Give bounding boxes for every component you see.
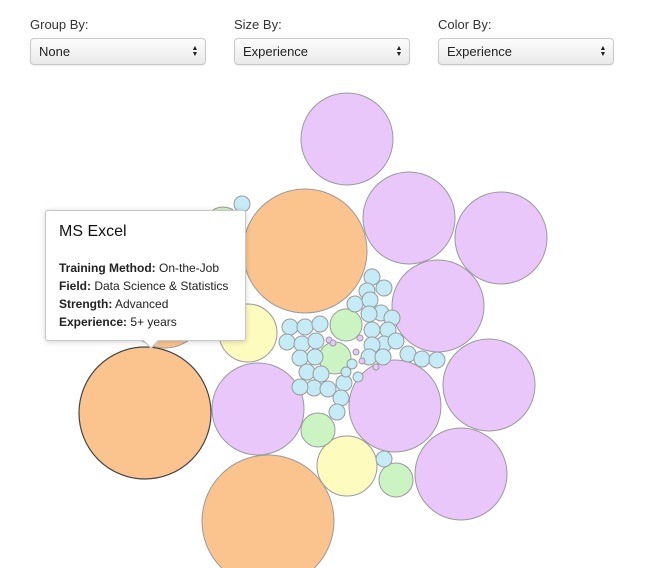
- tooltip-key: Training Method:: [59, 261, 156, 275]
- bubble-purple[interactable]: [391, 259, 485, 353]
- bubble-blue[interactable]: [340, 366, 352, 378]
- bubble-purple[interactable]: [414, 427, 508, 521]
- bubble-blue[interactable]: [293, 335, 311, 353]
- tooltip-title: MS Excel: [59, 223, 127, 240]
- bubble-blue[interactable]: [298, 363, 316, 381]
- bubble-blue[interactable]: [291, 349, 309, 367]
- tooltip-row-field: Field: Data Science & Statistics: [59, 277, 232, 295]
- select-arrows-icon: ▲ ▼: [191, 44, 199, 58]
- bubble-purple[interactable]: [352, 348, 360, 356]
- bubble-blue[interactable]: [332, 389, 350, 407]
- tooltip-key: Field:: [59, 279, 91, 293]
- bubble-blue[interactable]: [346, 295, 364, 313]
- bubble-blue[interactable]: [296, 318, 314, 336]
- group-by-label: Group By:: [30, 17, 89, 32]
- bubble-purple[interactable]: [372, 363, 380, 371]
- bubble-blue[interactable]: [375, 279, 393, 297]
- bubble-orange[interactable]: [201, 454, 335, 568]
- bubble-green[interactable]: [300, 412, 336, 448]
- bubble-green[interactable]: [378, 462, 414, 498]
- group-by-value: None: [39, 44, 71, 59]
- tooltip-pointer: [142, 339, 160, 349]
- bubble-blue[interactable]: [291, 378, 309, 396]
- bubble-purple[interactable]: [362, 171, 456, 265]
- bubble-blue[interactable]: [306, 348, 324, 366]
- bubble-blue[interactable]: [335, 374, 353, 392]
- tooltip: MS Excel Training Method: On-the-Job Fie…: [45, 210, 246, 349]
- tooltip-value: Advanced: [115, 297, 169, 311]
- bubble-purple[interactable]: [356, 334, 364, 342]
- bubble-blue[interactable]: [278, 333, 296, 351]
- bubble-ms-excel[interactable]: [78, 346, 212, 480]
- bubble-blue[interactable]: [428, 351, 446, 369]
- bubble-purple[interactable]: [358, 357, 366, 365]
- bubble-blue[interactable]: [387, 332, 405, 350]
- tooltip-row-experience: Experience: 5+ years: [59, 313, 232, 331]
- bubble-purple[interactable]: [442, 338, 536, 432]
- bubble-blue[interactable]: [360, 305, 378, 323]
- tooltip-key: Experience:: [59, 315, 128, 329]
- bubble-blue[interactable]: [311, 315, 329, 333]
- size-by-value: Experience: [243, 44, 309, 59]
- color-by-value: Experience: [447, 44, 513, 59]
- tooltip-value: Data Science & Statistics: [94, 279, 229, 293]
- bubble-blue[interactable]: [307, 332, 325, 350]
- bubble-purple[interactable]: [454, 191, 548, 285]
- bubble-purple[interactable]: [211, 362, 305, 456]
- tooltip-key: Strength:: [59, 297, 113, 311]
- tooltip-value: On-the-Job: [159, 261, 220, 275]
- group-by-control: Group By: None ▲ ▼: [30, 17, 206, 65]
- size-by-control: Size By: Experience ▲ ▼: [234, 17, 410, 65]
- bubble-blue[interactable]: [363, 321, 381, 339]
- select-arrows-icon: ▲ ▼: [395, 44, 403, 58]
- bubble-blue[interactable]: [352, 371, 364, 383]
- bubble-blue[interactable]: [375, 450, 393, 468]
- bubble-blue[interactable]: [413, 350, 431, 368]
- size-by-select[interactable]: Experience ▲ ▼: [234, 38, 410, 65]
- tooltip-value: 5+ years: [130, 315, 177, 329]
- tooltip-row-training-method: Training Method: On-the-Job: [59, 259, 232, 277]
- bubble-purple[interactable]: [348, 359, 442, 453]
- color-by-select[interactable]: Experience ▲ ▼: [438, 38, 614, 65]
- color-by-control: Color By: Experience ▲ ▼: [438, 17, 614, 65]
- group-by-select[interactable]: None ▲ ▼: [30, 38, 206, 65]
- bubble-purple[interactable]: [300, 92, 394, 186]
- tooltip-row-strength: Strength: Advanced: [59, 295, 232, 313]
- size-by-label: Size By:: [234, 17, 282, 32]
- bubble-purple[interactable]: [329, 339, 337, 347]
- color-by-label: Color By:: [438, 17, 492, 32]
- bubble-blue[interactable]: [281, 318, 299, 336]
- bubble-blue[interactable]: [328, 403, 346, 421]
- select-arrows-icon: ▲ ▼: [599, 44, 607, 58]
- bubble-orange[interactable]: [242, 188, 368, 314]
- bubble-blue[interactable]: [312, 365, 330, 383]
- bubble-blue[interactable]: [374, 348, 392, 366]
